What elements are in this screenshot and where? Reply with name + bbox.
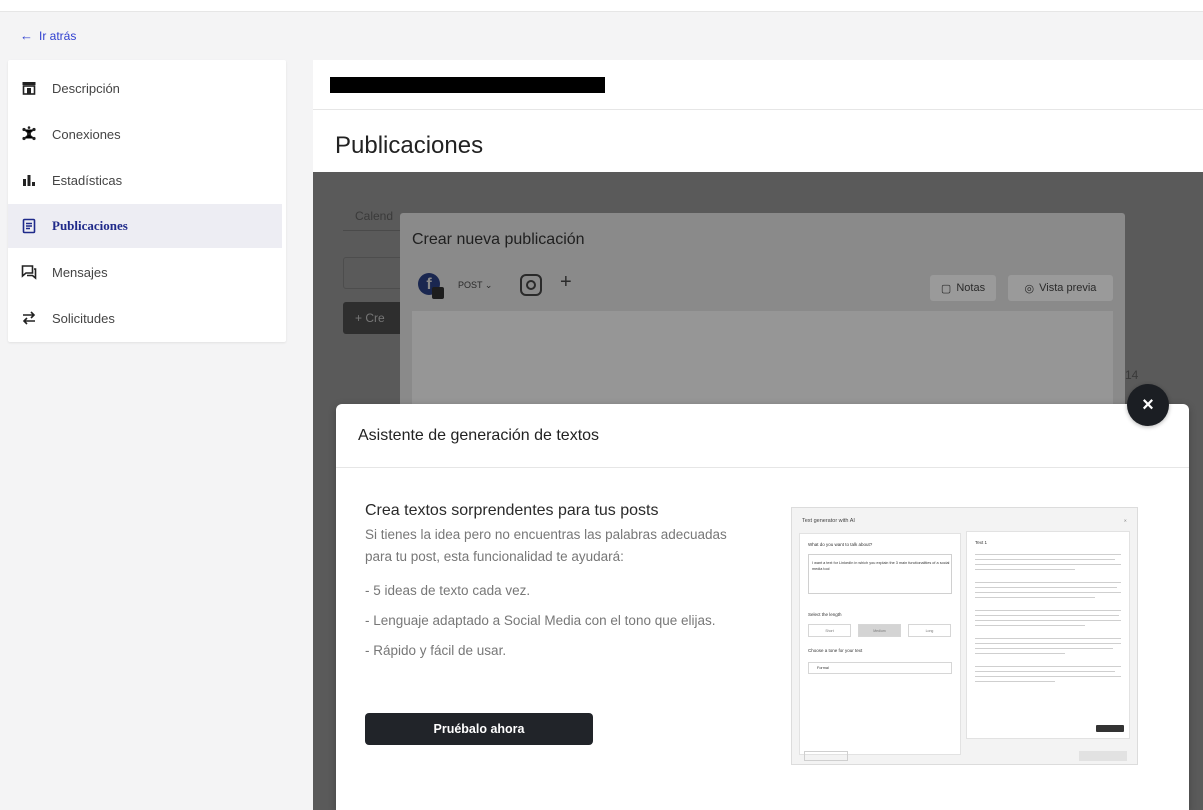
feature-item: - Rápido y fácil de usar. xyxy=(365,643,507,658)
eye-icon: ◎ xyxy=(1024,282,1035,295)
document-icon xyxy=(20,217,38,235)
modal-title: Asistente de generación de textos xyxy=(336,404,1189,468)
back-link-label: Ir atrás xyxy=(39,28,77,43)
post-type-select[interactable]: POST ⌄ xyxy=(458,280,492,291)
close-modal-button[interactable]: × xyxy=(1127,384,1169,426)
preview-title: Text generator with AI xyxy=(802,518,855,524)
redacted-account-name xyxy=(330,77,605,93)
preview-tone-select: Formal xyxy=(808,662,952,674)
add-network-button[interactable]: + xyxy=(560,271,572,294)
title-bar: Publicaciones xyxy=(313,110,1203,172)
sidebar-item-label: Mensajes xyxy=(52,264,108,280)
preview-length-medium: Medium xyxy=(858,624,901,637)
preview-prompt-text: I want a text for LinkedIn in which you … xyxy=(812,561,950,571)
sidebar-item-mensajes[interactable]: Mensajes xyxy=(8,250,282,294)
calendar-number-partial: 14 xyxy=(1125,368,1139,382)
preview-footer-left xyxy=(804,751,848,761)
preview-generate-button xyxy=(1096,725,1124,732)
generator-preview-image: Text generator with AI ✕ What do you wan… xyxy=(791,507,1138,765)
preview-form-panel: What do you want to talk about? I want a… xyxy=(799,533,961,755)
notes-button[interactable]: ▢ Notas xyxy=(930,275,996,301)
bar-chart-icon xyxy=(20,171,38,189)
assistant-info: Crea textos sorprendentes para tus posts… xyxy=(365,502,765,658)
preview-tone-label: Choose a tone for your text xyxy=(808,648,863,653)
feature-item: - Lenguaje adaptado a Social Media con e… xyxy=(365,613,716,628)
preview-prompt-label: What do you want to talk about? xyxy=(808,542,873,547)
sidebar: Descripción Conexiones Estadísticas Publ… xyxy=(8,60,286,342)
calendar-tab-partial: Calend xyxy=(355,209,394,223)
top-bar xyxy=(0,0,1203,12)
sidebar-item-label: Descripción xyxy=(52,80,120,96)
back-link[interactable]: ← Ir atrás xyxy=(20,28,76,43)
main-header xyxy=(313,60,1203,110)
preview-footer-right xyxy=(1079,751,1127,761)
preview-prompt-box: I want a text for LinkedIn in which you … xyxy=(808,554,952,594)
notes-label: Notas xyxy=(956,282,986,294)
assistant-description: Si tienes la idea pero no encuentras las… xyxy=(365,527,727,564)
try-now-button[interactable]: Pruébalo ahora xyxy=(365,713,593,745)
create-post-title: Crear nueva publicación xyxy=(412,231,585,248)
sidebar-item-solicitudes[interactable]: Solicitudes xyxy=(8,296,282,340)
swap-icon xyxy=(20,309,38,327)
text-assistant-modal: Asistente de generación de textos Crea t… xyxy=(336,404,1189,810)
sidebar-item-label: Conexiones xyxy=(52,126,121,142)
sidebar-item-publicaciones[interactable]: Publicaciones xyxy=(8,204,282,248)
storefront-icon xyxy=(20,79,38,97)
account-badge-icon xyxy=(432,287,444,299)
feature-item: - 5 ideas de texto cada vez. xyxy=(365,583,531,598)
page-title: Publicaciones xyxy=(335,132,484,159)
preview-length-label: Select the length xyxy=(808,612,842,617)
sidebar-item-label: Solicitudes xyxy=(52,310,115,326)
note-icon: ▢ xyxy=(940,282,952,295)
arrow-left-icon: ← xyxy=(20,28,33,43)
sidebar-item-conexiones[interactable]: Conexiones xyxy=(8,112,282,156)
sidebar-item-label: Estadísticas xyxy=(52,172,123,188)
preview-result-label: Text 1 xyxy=(975,540,988,545)
network-icon xyxy=(20,125,38,143)
preview-button[interactable]: ◎ Vista previa xyxy=(1008,275,1113,301)
assistant-heading: Crea textos sorprendentes para tus posts xyxy=(365,502,659,519)
preview-result-panel: Text 1 xyxy=(966,531,1130,739)
filter-field-partial xyxy=(343,257,403,289)
chat-icon xyxy=(20,263,38,281)
preview-close-icon: ✕ xyxy=(1123,518,1127,523)
preview-length-long: Long xyxy=(908,624,951,637)
preview-tone-value: Formal xyxy=(817,666,829,670)
preview-length-short: Short xyxy=(808,624,851,637)
preview-label: Vista previa xyxy=(1039,282,1097,294)
sidebar-item-estadisticas[interactable]: Estadísticas xyxy=(8,158,282,202)
instagram-icon[interactable] xyxy=(520,274,542,296)
sidebar-item-descripcion[interactable]: Descripción xyxy=(8,66,282,110)
sidebar-item-label: Publicaciones xyxy=(52,218,128,233)
